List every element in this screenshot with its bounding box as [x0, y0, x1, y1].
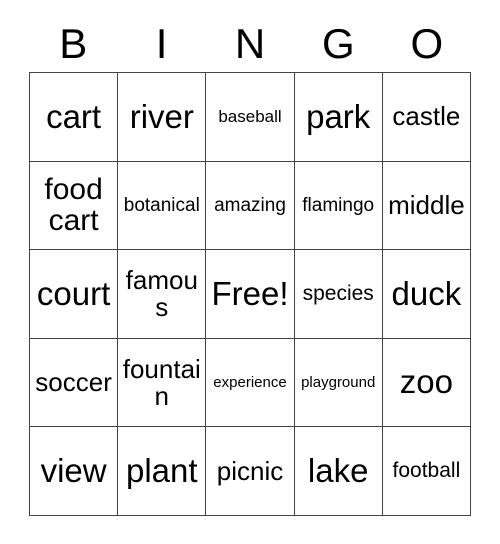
bingo-cell-label: plant [126, 452, 198, 490]
bingo-cell-label: fountain [122, 353, 201, 411]
bingo-cell-g4[interactable]: playground [294, 338, 383, 428]
bingo-cell-label: football [392, 459, 461, 483]
bingo-cell-label: soccer [35, 367, 112, 398]
bingo-cell-label: castle [392, 101, 461, 132]
bingo-cell-n4[interactable]: experience [206, 338, 295, 428]
free-space-label: Free! [211, 274, 289, 312]
bingo-header-letter-b: B [59, 20, 88, 67]
bingo-cell-g2[interactable]: flamingo [294, 161, 383, 251]
bingo-cell-label: baseball [218, 106, 282, 126]
bingo-cell-o3[interactable]: duck [382, 250, 471, 339]
bingo-header-letter-g: G [322, 20, 355, 67]
bingo-cell-o5[interactable]: football [382, 427, 471, 516]
bingo-cell-label: food cart [44, 173, 103, 238]
bingo-cell-i4[interactable]: fountain [118, 338, 207, 428]
bingo-cell-o1[interactable]: castle [382, 73, 471, 162]
bingo-cell-n2[interactable]: amazing [206, 161, 295, 251]
bingo-header-letter-i: I [155, 20, 168, 67]
bingo-cell-label: flamingo [302, 194, 375, 216]
bingo-cell-b2[interactable]: food cart [30, 161, 119, 251]
bingo-cell-label: court [36, 274, 111, 312]
bingo-cell-label: amazing [214, 194, 286, 216]
bingo-cell-n1[interactable]: baseball [206, 73, 295, 162]
bingo-cell-label: picnic [216, 455, 284, 486]
bingo-cell-g1[interactable]: park [294, 73, 383, 162]
bingo-cell-label: middle [388, 189, 465, 220]
bingo-cell-label: zoo [399, 363, 453, 401]
bingo-header: B I N G O [29, 16, 471, 72]
bingo-cell-label: river [129, 97, 194, 135]
bingo-cell-i5[interactable]: plant [118, 427, 207, 516]
bingo-cell-b4[interactable]: soccer [30, 338, 119, 428]
bingo-cell-label: park [306, 97, 371, 135]
bingo-cell-n5[interactable]: picnic [206, 427, 295, 516]
bingo-cell-label: playground [301, 373, 376, 391]
bingo-cell-b1[interactable]: cart [30, 73, 119, 162]
bingo-header-letter-o: O [410, 20, 444, 67]
bingo-cell-free-space[interactable]: Free! [206, 250, 295, 339]
bingo-grid: cart river baseball park castle food car… [29, 72, 471, 516]
bingo-cell-label: cart [46, 97, 102, 135]
bingo-cell-label: experience [213, 373, 287, 391]
bingo-cell-i3[interactable]: famous [118, 250, 207, 339]
bingo-cell-label: lake [307, 452, 369, 490]
bingo-cell-o2[interactable]: middle [382, 161, 471, 251]
bingo-cell-i2[interactable]: botanical [118, 161, 207, 251]
bingo-cell-label: species [302, 282, 374, 306]
bingo-cell-label: botanical [123, 194, 200, 216]
bingo-cell-label: view [40, 452, 107, 490]
bingo-cell-b5[interactable]: view [30, 427, 119, 516]
bingo-cell-b3[interactable]: court [30, 250, 119, 339]
bingo-cell-label: famous [125, 264, 198, 322]
bingo-cell-o4[interactable]: zoo [382, 338, 471, 428]
bingo-cell-label: duck [391, 274, 462, 312]
bingo-cell-g5[interactable]: lake [294, 427, 383, 516]
bingo-cell-i1[interactable]: river [118, 73, 207, 162]
bingo-header-letter-n: N [234, 20, 266, 67]
bingo-card: B I N G O cart river baseball park castl… [29, 16, 471, 516]
bingo-cell-g3[interactable]: species [294, 250, 383, 339]
